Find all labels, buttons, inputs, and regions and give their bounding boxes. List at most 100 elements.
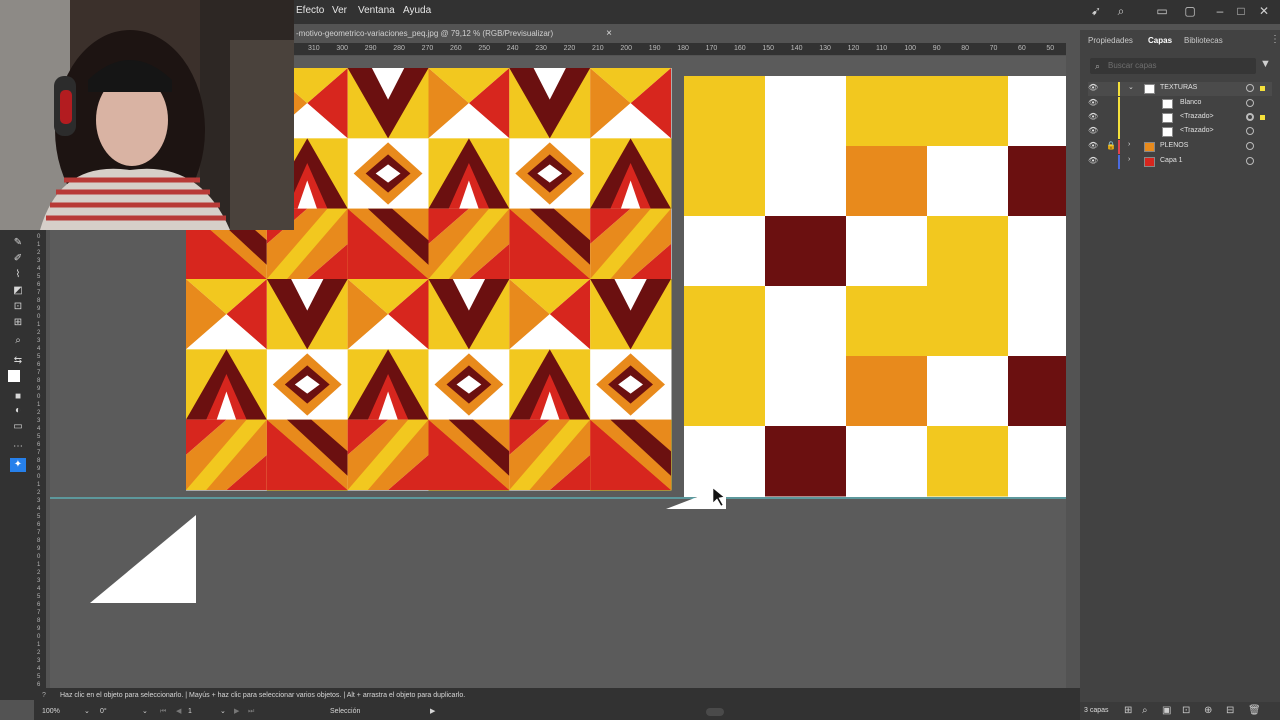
new-layer-icon[interactable]: ⊕ [1204,702,1212,720]
screen-mode-icon[interactable]: ▭ [10,420,26,434]
minimize-icon[interactable]: – [1212,3,1228,19]
layer-row-trazado-2[interactable]: 👁 <Trazado> [1088,125,1272,139]
selection-square-icon[interactable] [1260,86,1265,91]
selection-tool-icon[interactable]: ✦ [10,458,26,472]
target-circle-icon[interactable] [1246,84,1254,92]
tab-capas[interactable]: Capas [1148,36,1172,45]
search-icon[interactable]: ⌕ [1113,3,1129,19]
ruler-tick-label: 50 [1046,45,1055,52]
layer-search-input[interactable]: ⌕ Buscar capas [1090,58,1256,74]
visibility-eye-icon[interactable]: 👁 [1088,141,1098,151]
zoom-tool-icon[interactable]: ⌕ [10,334,26,348]
first-artboard-icon[interactable]: ⏮ [160,704,166,720]
target-circle-icon[interactable] [1246,157,1254,165]
pencil-tool-icon[interactable]: ✎ [10,236,26,250]
layer-name: <Trazado> [1180,127,1214,134]
checker-cell [1008,216,1090,287]
draw-mode-icon[interactable]: ◐ [10,404,26,418]
status-arrow-icon[interactable]: ▶ [430,704,435,720]
ruler-tick-label: 0 [37,394,41,400]
ruler-tick-label: 1 [37,322,41,328]
swap-colors-icon[interactable]: ⇆ [10,354,26,368]
checker-cell [927,76,1009,147]
close-window-icon[interactable]: ✕ [1256,3,1272,19]
horizontal-scrollbar-thumb[interactable] [706,708,724,716]
expand-chevron-icon[interactable]: › [1128,141,1130,148]
target-circle-icon[interactable] [1246,142,1254,150]
ruler-tick-label: 2 [37,650,41,656]
slice-tool-icon[interactable]: ⊞ [10,316,26,330]
menu-efecto[interactable]: Efecto [296,5,324,16]
fill-color-swatch[interactable] [8,370,20,382]
checker-cell [765,146,847,217]
ruler-tick-label: 7 [37,610,41,616]
lock-icon[interactable]: 🔒 [1106,141,1116,150]
expand-chevron-icon[interactable]: › [1128,156,1130,163]
collect-icon[interactable]: ⊟ [1226,702,1234,720]
menu-ayuda[interactable]: Ayuda [403,5,431,16]
artboard-number[interactable]: 1 [188,704,192,720]
maximize-icon[interactable]: □ [1233,3,1249,19]
close-tab-icon[interactable]: × [606,25,612,43]
visibility-eye-icon[interactable]: 👁 [1088,98,1098,108]
ruler-tick-label: 210 [592,45,604,52]
visibility-eye-icon[interactable]: 👁 [1088,83,1098,93]
rotation-dropdown-icon[interactable]: ⌄ [142,704,148,720]
layer-row-capa-1[interactable]: 👁 › Capa 1 [1088,155,1272,169]
menu-ver[interactable]: Ver [332,5,347,16]
rotation-select[interactable]: 0° [100,704,107,720]
selection-square-icon[interactable] [1260,115,1265,120]
color-mode-icon[interactable]: ■ [10,390,26,404]
layer-row-trazado-1[interactable]: 👁 <Trazado> [1088,111,1272,125]
target-circle-icon[interactable] [1246,127,1254,135]
artboard-tool-icon[interactable]: ⊡ [10,300,26,314]
checker-cell [765,286,847,357]
ruler-vertical[interactable]: 0 1 2 3 4 5 6 7 8 9 0 1 2 3 4 5 6 7 8 9 0 1 2 3 4 5 6 7 8 9 0 1 2 3 4 5 6 7 8 9… [34,230,46,700]
ruler-horizontal[interactable]: 310 300 290 280 270 260 250 240 230 220 210 200 190 1… [294,43,1066,55]
width-tool-icon[interactable]: ⌇ [10,268,26,282]
checker-cell [846,76,928,147]
white-triangle-shape[interactable] [90,515,196,603]
prev-artboard-icon[interactable]: ◀ [176,704,181,720]
panel-menu-icon[interactable]: ⋮ [1270,34,1280,45]
ruler-tick-label: 9 [37,626,41,632]
layer-thumb [1144,142,1155,152]
target-circle-icon[interactable] [1246,99,1254,107]
visibility-eye-icon[interactable]: 👁 [1088,126,1098,136]
filter-icon[interactable]: ▼ [1260,58,1272,72]
layer-row-blanco[interactable]: 👁 Blanco [1088,97,1272,111]
ruler-tick-label: 160 [734,45,746,52]
rocket-icon[interactable]: ➹ [1088,3,1104,19]
checker-artboard[interactable] [684,76,1090,497]
target-circle-icon[interactable] [1246,113,1254,121]
zoom-select[interactable]: 100% [42,704,60,720]
clipping-mask-icon[interactable]: ▣ [1162,702,1171,720]
layer-row-texturas[interactable]: 👁 ⌄ TEXTURAS [1088,82,1272,96]
next-artboard-icon[interactable]: ▶ [234,704,239,720]
visibility-eye-icon[interactable]: 👁 [1088,156,1098,166]
menu-ventana[interactable]: Ventana [358,5,395,16]
delete-layer-icon[interactable]: 🗑 [1248,702,1261,720]
visibility-eye-icon[interactable]: 👁 [1088,112,1098,122]
shape-builder-icon[interactable]: ◩ [10,284,26,298]
artboard-dropdown-icon[interactable]: ⌄ [220,704,226,720]
zoom-dropdown-icon[interactable]: ⌄ [84,704,90,720]
more-tools-icon[interactable]: ⋯ [10,440,26,454]
ruler-tick-label: 7 [37,450,41,456]
checker-cell [846,426,928,497]
brush-tool-icon[interactable]: ✐ [10,252,26,266]
arrange-icon[interactable]: ▢ [1182,3,1198,19]
document-tab[interactable]: -motivo-geometrico-variaciones_peq.jpg @… [294,25,624,43]
workspace-icon[interactable]: ▭ [1154,3,1170,19]
tab-propiedades[interactable]: Propiedades [1088,36,1133,45]
tab-bibliotecas[interactable]: Bibliotecas [1184,36,1223,45]
ruler-tick-label: 5 [37,594,41,600]
export-icon[interactable]: ⊞ [1124,702,1132,720]
last-artboard-icon[interactable]: ⏭ [248,704,254,720]
checker-cell [1008,76,1090,147]
layer-row-plenos[interactable]: 👁 🔒 › PLENOS [1088,140,1272,154]
locate-object-icon[interactable]: ⌕ [1142,702,1148,720]
expand-chevron-icon[interactable]: ⌄ [1128,83,1134,91]
ruler-tick-label: 280 [393,45,405,52]
new-sublayer-icon[interactable]: ⊡ [1182,702,1190,720]
